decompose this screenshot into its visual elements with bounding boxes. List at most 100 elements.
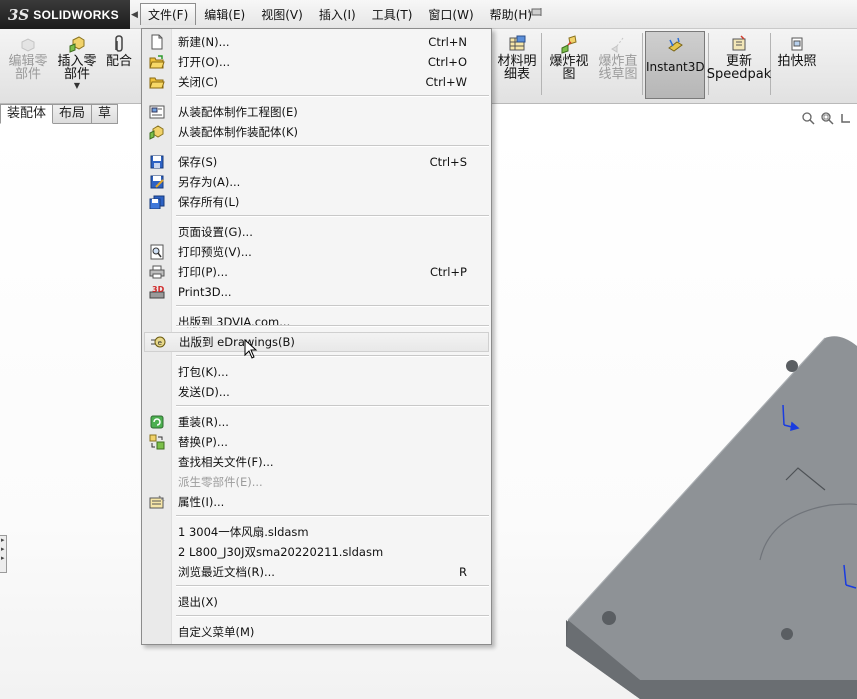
file-menu-item[interactable]: 1 3004一体风扇.sldasm xyxy=(144,522,489,542)
tab-layout[interactable]: 布局 xyxy=(53,104,93,124)
file-menu-item[interactable]: 发送(D)... xyxy=(144,382,489,402)
menu-item-icon-slot xyxy=(144,592,170,612)
exploded-view-button[interactable]: 爆炸视 图 xyxy=(547,33,591,81)
file-menu-item[interactable]: 保存所有(L) xyxy=(144,192,489,212)
title-bar: 3S SOLIDWORKS ◀ 文件(F) 编辑(E) 视图(V) 插入(I) … xyxy=(0,0,857,29)
snapshot-icon xyxy=(786,33,808,55)
update-speedpak-label: 更新 Speedpak xyxy=(706,54,772,82)
file-menu-item-label: 保存所有(L) xyxy=(178,195,240,209)
menu-item-icon-slot xyxy=(144,222,170,242)
file-menu-item[interactable]: 属性(I)... xyxy=(144,492,489,512)
exploded-view-icon xyxy=(558,33,580,55)
menu-separator xyxy=(176,305,489,307)
menu-item-icon-slot xyxy=(144,522,170,542)
explode-line-sketch-button[interactable]: 爆炸直 线草图 xyxy=(596,33,640,81)
menu-edit[interactable]: 编辑(E) xyxy=(196,3,253,25)
file-menu-item-label: 另存为(A)... xyxy=(178,175,241,189)
zoom-to-fit-icon[interactable] xyxy=(800,111,816,127)
expand-arrow-icon[interactable]: ◀ xyxy=(131,10,138,20)
edit-part-label: 编辑零 部件 xyxy=(8,54,48,82)
snapshot-button[interactable]: 拍快照 xyxy=(774,33,820,68)
file-menu-item-label: 属性(I)... xyxy=(178,495,225,509)
mate-button[interactable]: 配合 xyxy=(103,33,135,68)
assembly-from-assembly-icon xyxy=(144,122,170,142)
update-speedpak-button[interactable]: 更新 Speedpak xyxy=(707,33,771,81)
file-menu-item[interactable]: 重装(R)... xyxy=(144,412,489,432)
file-menu-item-label: 打包(K)... xyxy=(178,365,229,379)
file-menu-item[interactable]: 打印(P)... Ctrl+P xyxy=(144,262,489,282)
ds-logo-mark: 3S xyxy=(8,5,30,24)
file-menu-item-label: 出版到 3DVIA.com... xyxy=(178,315,291,329)
file-menu-item-shortcut: Ctrl+W xyxy=(425,75,467,89)
menu-item-icon-slot xyxy=(144,312,170,332)
file-menu-item[interactable]: 从装配体制作装配体(K) xyxy=(144,122,489,142)
toolbar-separator xyxy=(642,33,643,95)
file-menu-item[interactable]: 出版到 3DVIA.com... xyxy=(144,312,489,332)
menu-file[interactable]: 文件(F) xyxy=(140,3,197,25)
file-menu-item-label: 退出(X) xyxy=(178,595,218,609)
file-menu-item[interactable]: 浏览最近文档(R)... R xyxy=(144,562,489,582)
file-menu-item[interactable]: 打印预览(V)... xyxy=(144,242,489,262)
file-menu-item-label: 重装(R)... xyxy=(178,415,229,429)
file-menu-item[interactable]: 页面设置(G)... xyxy=(144,222,489,242)
file-menu-item[interactable]: 从装配体制作工程图(E) xyxy=(144,102,489,122)
zoom-to-area-icon[interactable] xyxy=(819,111,835,127)
file-menu-item-label: 发送(D)... xyxy=(178,385,230,399)
file-menu-item-label: 浏览最近文档(R)... xyxy=(178,565,275,579)
menu-separator xyxy=(176,405,489,407)
replace-icon xyxy=(144,432,170,452)
menu-separator xyxy=(176,95,489,97)
bom-button[interactable]: 材料明 细表 xyxy=(496,33,538,81)
file-menu-item[interactable]: 2 L800_J30J双sma20220211.sldasm xyxy=(144,542,489,562)
solidworks-logo[interactable]: 3S SOLIDWORKS xyxy=(0,0,130,29)
insert-part-label: 插入零 部件 xyxy=(57,54,97,82)
menu-insert[interactable]: 插入(I) xyxy=(311,3,364,25)
menu-view[interactable]: 视图(V) xyxy=(253,3,311,25)
app-name: SOLIDWORKS xyxy=(33,7,119,22)
file-menu-item[interactable]: 打包(K)... xyxy=(144,362,489,382)
file-menu-item[interactable]: e 出版到 eDrawings(B) xyxy=(144,332,489,352)
pin-menu-icon[interactable] xyxy=(526,6,546,22)
menu-separator xyxy=(176,585,489,587)
tab-assembly[interactable]: 装配体 xyxy=(0,104,54,124)
insert-part-button[interactable]: 插入零 部件 ▼ xyxy=(54,33,100,90)
instant3d-icon xyxy=(646,36,704,56)
svg-text:e: e xyxy=(158,339,162,347)
file-menu-item[interactable]: 替换(P)... xyxy=(144,432,489,452)
toolbar-separator xyxy=(541,33,542,95)
exploded-view-label: 爆炸视 图 xyxy=(549,54,589,82)
panel-expand-handle[interactable]: ▸ ▸ ▸ xyxy=(0,535,7,573)
menu-item-icon-slot xyxy=(144,452,170,472)
menu-window[interactable]: 窗口(W) xyxy=(420,3,481,25)
previous-view-icon[interactable] xyxy=(838,111,854,127)
bom-table-icon xyxy=(506,33,528,55)
file-menu-item[interactable]: 另存为(A)... xyxy=(144,172,489,192)
dropdown-arrow-icon[interactable]: ▼ xyxy=(74,81,80,90)
expand-arrow-icon: ▸ xyxy=(1,536,5,544)
file-menu-item[interactable]: 3D Print3D... xyxy=(144,282,489,302)
menu-separator xyxy=(176,515,489,517)
file-menu-item[interactable]: 保存(S) Ctrl+S xyxy=(144,152,489,172)
file-menu-item[interactable]: 退出(X) xyxy=(144,592,489,612)
instant3d-button[interactable]: Instant3D xyxy=(645,31,705,99)
file-menu-item[interactable]: 新建(N)... Ctrl+N xyxy=(144,32,489,52)
menu-item-icon-slot xyxy=(144,472,170,492)
assembly-model-plate[interactable] xyxy=(540,320,857,699)
menu-separator xyxy=(176,615,489,617)
file-menu-item[interactable]: 查找相关文件(F)... xyxy=(144,452,489,472)
file-menu-item[interactable]: 关闭(C) Ctrl+W xyxy=(144,72,489,92)
save-all-icon xyxy=(144,192,170,212)
menu-tools[interactable]: 工具(T) xyxy=(364,3,421,25)
file-menu-item-label: Print3D... xyxy=(178,285,232,299)
menu-bar: 文件(F) 编辑(E) 视图(V) 插入(I) 工具(T) 窗口(W) 帮助(H… xyxy=(140,3,540,25)
file-menu-item[interactable]: 自定义菜单(M) xyxy=(144,622,489,642)
edit-part-button[interactable]: 编辑零 部件 xyxy=(6,33,50,81)
menu-item-icon-slot xyxy=(144,362,170,382)
file-menu-item[interactable]: 打开(O)... Ctrl+O xyxy=(144,52,489,72)
file-menu-item-label: 打印(P)... xyxy=(178,265,228,279)
file-menu-item-label: 1 3004一体风扇.sldasm xyxy=(178,525,309,539)
menu-item-icon-slot xyxy=(144,382,170,402)
menu-item-icon-slot xyxy=(144,562,170,582)
file-menu-item-label: 打开(O)... xyxy=(178,55,230,69)
tab-sketch[interactable]: 草 xyxy=(92,104,119,124)
